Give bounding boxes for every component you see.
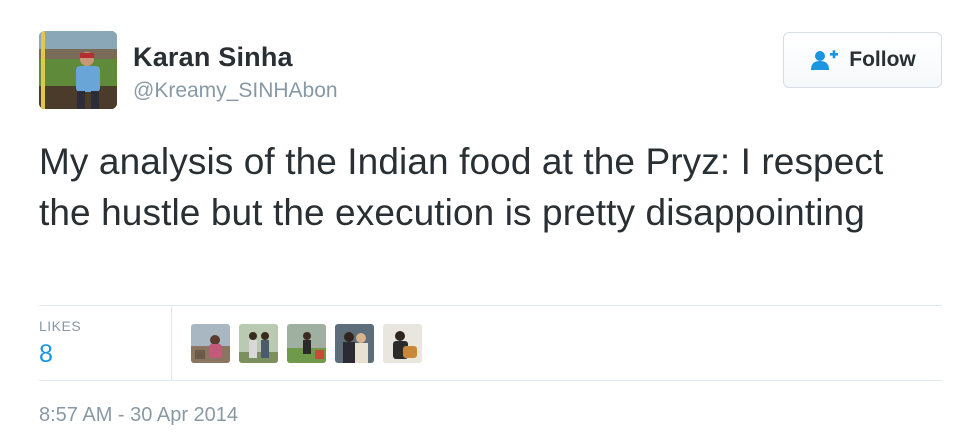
tweet-text: My analysis of the Indian food at the Pr… xyxy=(39,141,884,233)
likers-list xyxy=(191,324,422,363)
liker-avatar-2[interactable] xyxy=(239,324,278,363)
stats-divider-bottom xyxy=(39,380,942,381)
stats-divider-top xyxy=(39,305,942,306)
follow-button[interactable]: Follow xyxy=(783,32,942,88)
author-handle[interactable]: @Kreamy_SINHAbon xyxy=(133,79,338,103)
author-name[interactable]: Karan Sinha xyxy=(133,42,293,73)
likes-label[interactable]: LIKES xyxy=(39,318,81,334)
tweet-card: Karan Sinha @Kreamy_SINHAbon Follow My a… xyxy=(0,0,980,448)
liker-avatar-3[interactable] xyxy=(287,324,326,363)
tweet-timestamp[interactable]: 8:57 AM - 30 Apr 2014 xyxy=(39,404,238,427)
follow-label: Follow xyxy=(849,48,916,71)
liker-avatar-1[interactable] xyxy=(191,324,230,363)
likes-count[interactable]: 8 xyxy=(39,340,53,369)
liker-avatar-5[interactable] xyxy=(383,324,422,363)
stats-vertical-divider xyxy=(171,306,172,380)
author-avatar[interactable] xyxy=(39,31,117,109)
liker-avatar-4[interactable] xyxy=(335,324,374,363)
add-user-icon xyxy=(811,50,839,70)
